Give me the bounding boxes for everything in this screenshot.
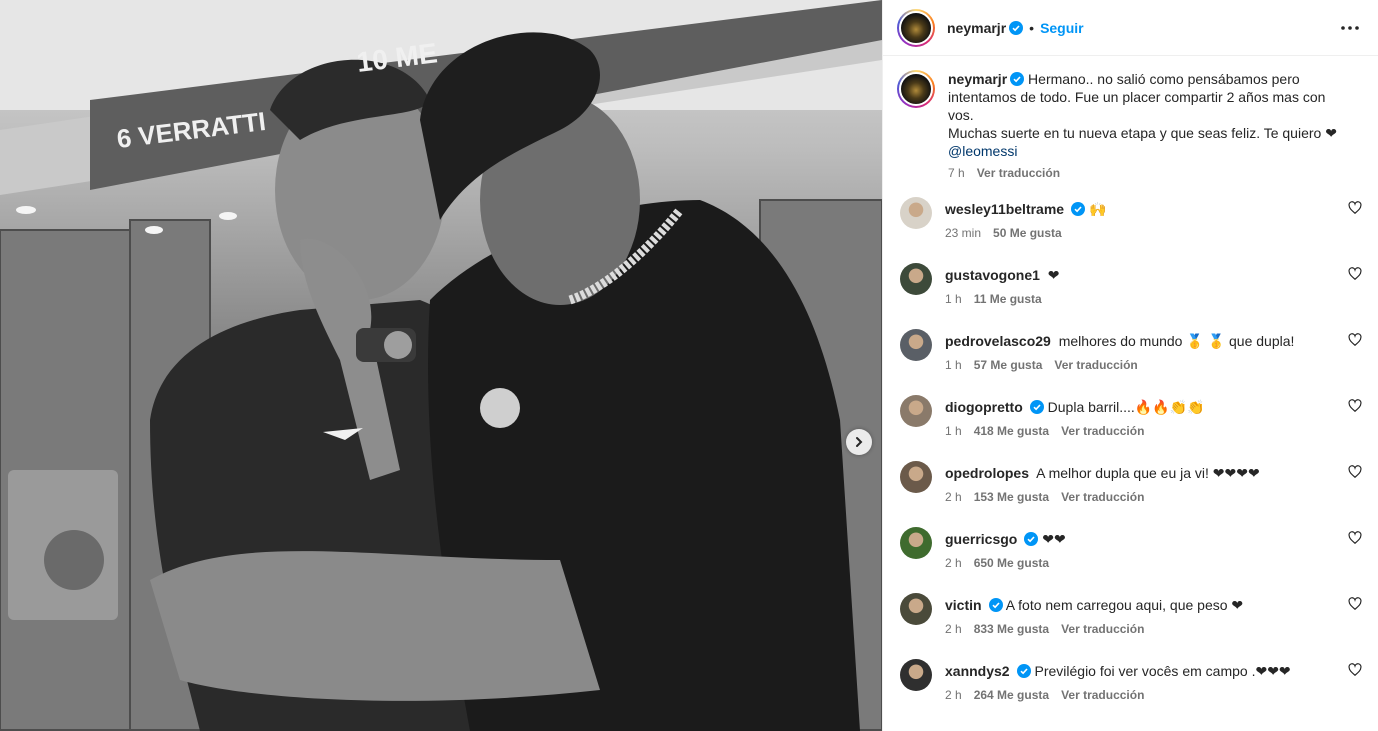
comment-time: 1 h <box>945 424 962 438</box>
comment-translate-link[interactable]: Ver traducción <box>1054 356 1137 374</box>
photo-scene: 6 VERRATTI 10 ME <box>0 0 882 731</box>
comment-text: A foto nem carregou aqui, que peso ❤ <box>1005 597 1244 613</box>
comment-likes[interactable]: 50 Me gusta <box>993 224 1062 242</box>
heart-icon[interactable] <box>1348 267 1362 281</box>
author-username[interactable]: neymarjr <box>947 20 1006 36</box>
comment-time: 2 h <box>945 556 962 570</box>
post-photo[interactable]: 6 VERRATTI 10 ME <box>0 0 882 731</box>
comment-item: pedrovelasco29 melhores do mundo 🥇 🥇 que… <box>897 329 1362 398</box>
heart-icon[interactable] <box>1348 597 1362 611</box>
more-horizontal-icon <box>1341 25 1359 30</box>
comment-likes[interactable]: 833 Me gusta <box>974 620 1049 638</box>
comment-translate-link[interactable]: Ver traducción <box>1061 686 1144 704</box>
post-header: neymarjr • Seguir <box>883 0 1378 56</box>
caption-text-line2: Muchas suerte en tu nueva etapa y que se… <box>948 125 1337 141</box>
comments-list[interactable]: neymarjr Hermano.. no salió como pensába… <box>883 56 1378 731</box>
commenter-avatar[interactable] <box>900 527 932 559</box>
comment-time: 2 h <box>945 490 962 504</box>
author-avatar[interactable] <box>897 8 935 47</box>
comment-text: 🙌 <box>1088 201 1107 217</box>
comment-likes[interactable]: 264 Me gusta <box>974 686 1049 704</box>
comment-item: opedrolopes A melhor dupla que eu ja vi!… <box>897 461 1362 530</box>
heart-icon[interactable] <box>1348 465 1362 479</box>
verified-badge-icon <box>988 598 1003 612</box>
commenter-avatar[interactable] <box>900 263 932 295</box>
comment-text: A melhor dupla que eu ja vi! ❤❤❤❤ <box>1036 465 1260 481</box>
heart-icon[interactable] <box>1348 333 1362 347</box>
heart-icon[interactable] <box>1348 531 1362 545</box>
chevron-right-icon <box>856 437 863 447</box>
verified-badge-icon <box>1029 400 1044 414</box>
comment-likes[interactable]: 418 Me gusta <box>974 422 1049 440</box>
comment-text: Previlégio foi ver vocês em campo .❤❤❤ <box>1034 663 1291 679</box>
comment-time: 1 h <box>945 292 962 306</box>
comment-item: wesley11beltrame 🙌 23 min 50 Me gusta <box>897 197 1362 266</box>
comment-item: gustavogone1 ❤ 1 h 11 Me gusta <box>897 263 1362 332</box>
comment-likes[interactable]: 57 Me gusta <box>974 356 1043 374</box>
follow-button[interactable]: Seguir <box>1040 20 1084 36</box>
caption-time: 7 h <box>948 166 965 180</box>
verified-badge-icon <box>1009 20 1024 35</box>
comment-text: ❤ <box>1047 267 1060 283</box>
caption-mention-link[interactable]: @leomessi <box>948 143 1017 159</box>
comment-item: diogopretto Dupla barril....🔥🔥👏👏 1 h 418… <box>897 395 1362 464</box>
commenter-username[interactable]: guerricsgo <box>945 531 1017 547</box>
commenter-avatar[interactable] <box>900 329 932 361</box>
caption-author-username[interactable]: neymarjr <box>948 71 1007 87</box>
comment-text: ❤❤ <box>1042 531 1066 547</box>
comment-item: victin A foto nem carregou aqui, que pes… <box>897 593 1362 662</box>
comment-time: 2 h <box>945 622 962 636</box>
verified-badge-icon <box>1016 664 1031 678</box>
comment-time: 23 min <box>945 226 982 240</box>
verified-badge-icon <box>1024 532 1039 546</box>
caption-translate-link[interactable]: Ver traducción <box>977 166 1060 180</box>
comment-likes[interactable]: 153 Me gusta <box>974 488 1049 506</box>
comment-text: Dupla barril....🔥🔥👏👏 <box>1047 399 1205 415</box>
comment-translate-link[interactable]: Ver traducción <box>1061 422 1144 440</box>
commenter-username[interactable]: gustavogone1 <box>945 267 1040 283</box>
comment-item: xanndys2 Previlégio foi ver vocês em cam… <box>897 659 1362 728</box>
commenter-avatar[interactable] <box>900 197 932 229</box>
comment-item: guerricsgo ❤❤ 2 h 650 Me gusta <box>897 527 1362 596</box>
separator-dot: • <box>1029 19 1035 36</box>
comment-likes[interactable]: 11 Me gusta <box>974 290 1042 308</box>
commenter-username[interactable]: pedrovelasco29 <box>945 333 1051 349</box>
comment-text: melhores do mundo 🥇 🥇 que dupla! <box>1058 333 1295 349</box>
heart-icon[interactable] <box>1348 201 1362 215</box>
comment-time: 1 h <box>945 358 962 372</box>
next-photo-button[interactable] <box>846 429 872 455</box>
comment-translate-link[interactable]: Ver traducción <box>1061 620 1144 638</box>
commenter-username[interactable]: opedrolopes <box>945 465 1029 481</box>
comment-translate-link[interactable]: Ver traducción <box>1061 488 1144 506</box>
commenter-avatar[interactable] <box>900 593 932 625</box>
comment-time: 2 h <box>945 688 962 702</box>
post-caption: neymarjr Hermano.. no salió como pensába… <box>897 70 1362 180</box>
more-options-button[interactable] <box>1338 16 1362 40</box>
commenter-username[interactable]: victin <box>945 597 982 613</box>
commenter-avatar[interactable] <box>900 659 932 691</box>
commenter-username[interactable]: wesley11beltrame <box>945 201 1064 217</box>
verified-badge-icon <box>1010 72 1025 86</box>
verified-badge-icon <box>1071 202 1086 216</box>
commenter-username[interactable]: diogopretto <box>945 399 1023 415</box>
commenter-avatar[interactable] <box>900 461 932 493</box>
heart-icon[interactable] <box>1348 663 1362 677</box>
commenter-avatar[interactable] <box>900 395 932 427</box>
heart-icon[interactable] <box>1348 399 1362 413</box>
caption-author-avatar[interactable] <box>897 70 935 108</box>
comments-panel: neymarjr • Seguir neymarjr Hermano.. no … <box>882 0 1378 731</box>
comment-likes[interactable]: 650 Me gusta <box>974 554 1049 572</box>
commenter-username[interactable]: xanndys2 <box>945 663 1010 679</box>
